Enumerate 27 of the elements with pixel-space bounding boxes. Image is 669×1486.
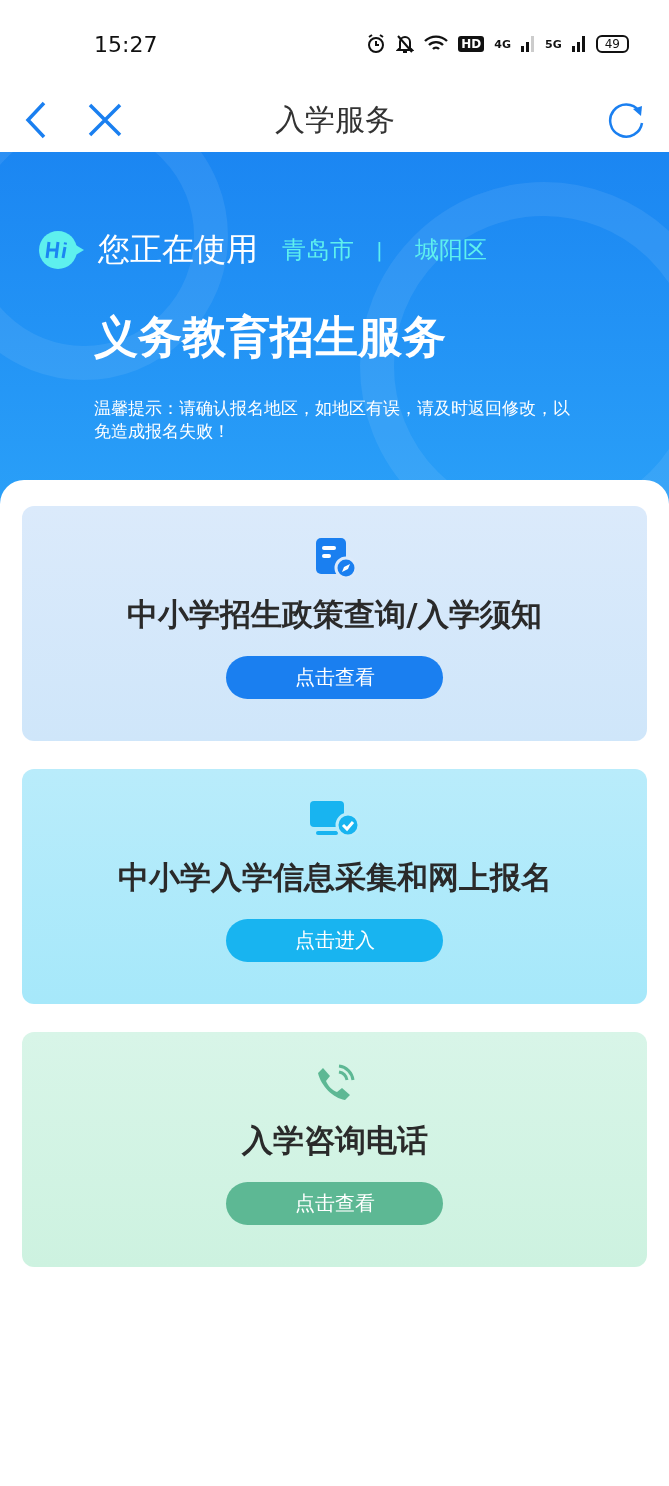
- signal-icon: [521, 36, 536, 52]
- battery-indicator: 49: [595, 35, 629, 53]
- close-icon[interactable]: [88, 103, 122, 137]
- city-label: 青岛市: [282, 235, 354, 266]
- alarm-icon: [366, 34, 387, 54]
- document-compass-icon: [313, 538, 356, 578]
- network-label: 5G: [545, 37, 562, 51]
- refresh-icon[interactable]: [607, 101, 645, 139]
- bell-off-icon: [396, 34, 415, 54]
- network-label: 4G: [494, 37, 512, 51]
- back-icon[interactable]: [24, 101, 48, 139]
- action-button[interactable]: 点击查看: [226, 656, 443, 699]
- using-label: 您正在使用: [98, 229, 258, 270]
- card-title: 入学咨询电话: [241, 1121, 428, 1160]
- action-button[interactable]: 点击进入: [226, 919, 443, 962]
- district-label: 城阳区: [414, 235, 487, 266]
- separator: |: [376, 238, 383, 262]
- card-title: 中小学入学信息采集和网上报名: [117, 858, 552, 897]
- status-time: 15:27: [94, 31, 158, 57]
- signal-icon: [571, 36, 586, 52]
- card-title: 中小学招生政策查询/入学须知: [127, 595, 542, 634]
- banner-title: 义务教育招生服务: [94, 310, 447, 364]
- page-title: 入学服务: [273, 100, 396, 139]
- hd-indicator: HD: [458, 36, 485, 52]
- action-button[interactable]: 点击查看: [226, 1182, 443, 1225]
- notice-text: 温馨提示：请确认报名地区，如地区有误，请及时返回修改，以免造成报名失败！: [94, 397, 571, 443]
- hi-chat-icon: [38, 230, 84, 270]
